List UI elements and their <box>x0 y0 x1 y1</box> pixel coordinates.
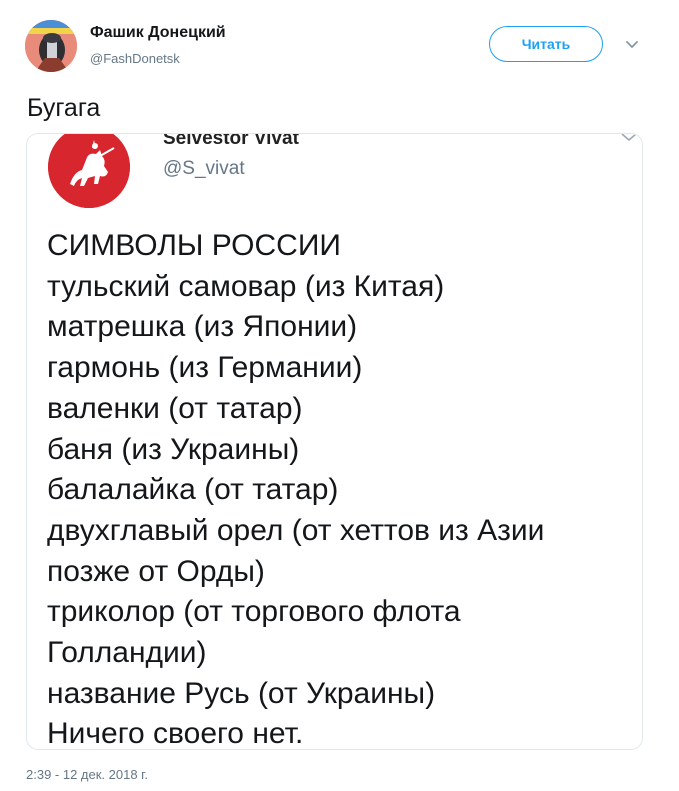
text-line: позже от Орды) <box>47 554 265 588</box>
embedded-tweet-image[interactable]: Selvestor Vivat @S_vivat СИМВОЛЫ РОССИИ … <box>26 133 643 750</box>
text-line: валенки (от татар) <box>47 391 303 425</box>
text-line: двухглавый орел (от хеттов из Азии <box>47 513 545 547</box>
text-line: Голландии) <box>47 636 207 670</box>
tweet-timestamp[interactable]: 2:39 - 12 дек. 2018 г. <box>26 767 148 782</box>
text-line: балалайка (от татар) <box>47 473 339 507</box>
embedded-author-handle: @S_vivat <box>163 158 245 179</box>
follow-button[interactable]: Читать <box>489 26 603 62</box>
tweet-text: Бугага <box>27 94 101 122</box>
text-line: Ничего своего нет. <box>47 717 304 750</box>
embedded-author-name: Selvestor Vivat <box>163 133 299 149</box>
chevron-down-icon[interactable] <box>621 36 643 54</box>
text-line: название Русь (от Украины) <box>47 676 436 710</box>
chevron-down-icon <box>618 134 640 142</box>
pahonia-coat-of-arms-icon <box>48 134 130 208</box>
profile-avatar-icon[interactable] <box>25 20 77 72</box>
embedded-tweet-text: СИМВОЛЫ РОССИИ тульский самовар (из Кита… <box>47 226 545 750</box>
text-line: матрешка (из Японии) <box>47 310 358 344</box>
text-line: баня (из Украины) <box>47 432 300 466</box>
author-name[interactable]: Фашик Донецкий <box>90 24 226 42</box>
author-handle[interactable]: @FashDonetsk <box>90 51 180 66</box>
text-line: тульский самовар (из Китая) <box>47 269 445 303</box>
text-line: гармонь (из Германии) <box>47 351 363 385</box>
text-line: СИМВОЛЫ РОССИИ <box>47 229 341 262</box>
text-line: триколор (от торгового флота <box>47 595 461 629</box>
